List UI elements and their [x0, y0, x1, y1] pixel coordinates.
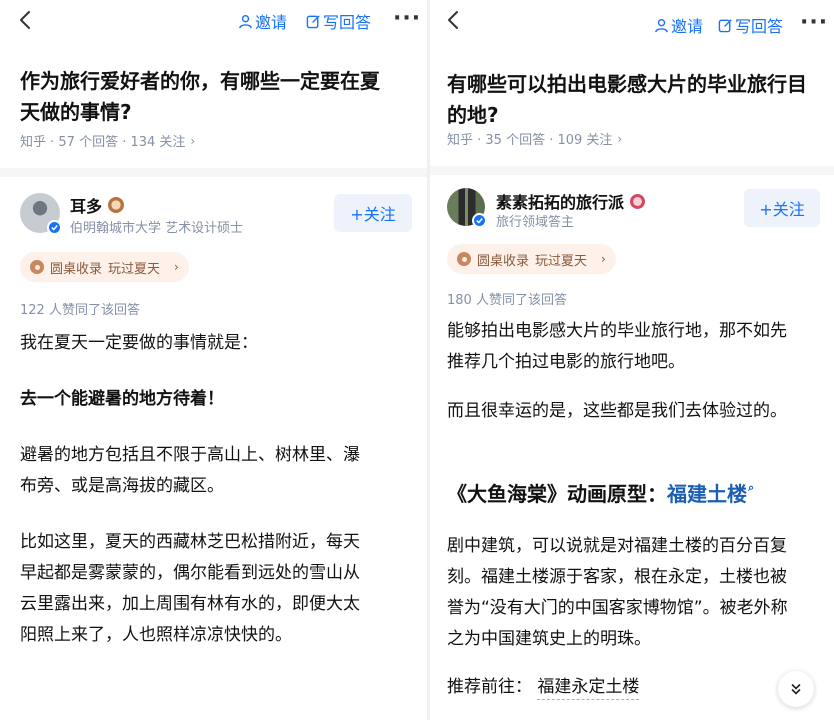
right-answer-page: 邀请 写回答 ··· 有哪些可以拍出电影感大片的毕业旅行目 的地? 知乎 · 3…: [430, 0, 834, 720]
top-bar: 邀请 写回答 ···: [430, 0, 834, 44]
recommend-place-link[interactable]: 福建永定土楼: [537, 677, 640, 700]
roundtable-label: 圆桌收录: [477, 253, 530, 269]
answer-line: 早起都是雾蒙蒙的，偶尔能看到远处的雪山从: [20, 563, 360, 583]
answer-paragraph: 我在夏天一定要做的事情就是：: [20, 333, 258, 353]
invite-label: 邀请: [255, 13, 288, 32]
roundtable-tag[interactable]: 圆桌收录 玩过夏天 ›: [20, 252, 189, 282]
answer-line: 云里露出来，加上周围有林有水的，即便大太: [20, 594, 360, 614]
roundtable-topic: 玩过夏天: [108, 261, 161, 277]
write-answer-button[interactable]: 写回答: [306, 9, 371, 33]
edit-icon: [718, 18, 732, 32]
question-meta[interactable]: 知乎 · 57 个回答 · 134 关注 ›: [20, 131, 196, 151]
roundtable-topic: 玩过夏天: [535, 253, 588, 269]
answer-paragraph: 剧中建筑，可以说就是对福建土楼的百分百复 刻。福建土楼源于客家，根在永定，土楼也…: [447, 531, 788, 655]
chevron-right-icon: ›: [601, 252, 606, 266]
answer-paragraph: 避暑的地方包括且不限于高山上、树林里、瀑 布旁、或是高海拔的藏区。: [20, 440, 360, 502]
left-answer-page: 邀请 写回答 ··· 作为旅行爱好者的你，有哪些一定要在夏 天做的事情? 知乎 …: [0, 0, 427, 720]
chevron-right-icon: ›: [174, 260, 179, 274]
answer-line: 阳照上来了，人也照样凉凉快快的。: [20, 625, 292, 645]
follow-button[interactable]: +关注: [334, 194, 412, 232]
search-icon: ⌕: [748, 480, 755, 494]
person-icon: [655, 18, 668, 32]
recommend-line: 推荐前往： 福建永定土楼: [447, 672, 640, 700]
roundtable-label: 圆桌收录: [50, 261, 103, 277]
chevron-right-icon: ›: [190, 133, 196, 148]
likes-count: 122 人赞同了该回答: [20, 303, 140, 318]
question-meta-text: 知乎 · 35 个回答 · 109 关注: [447, 133, 613, 148]
answer-line: 刻。福建土楼源于客家，根在永定，土楼也被: [447, 567, 787, 587]
back-icon[interactable]: [444, 8, 464, 32]
roundtable-icon: [30, 260, 44, 274]
medal-icon: [108, 197, 125, 213]
top-bar: 邀请 写回答 ···: [0, 0, 427, 44]
question-title[interactable]: 作为旅行爱好者的你，有哪些一定要在夏 天做的事情?: [20, 66, 380, 128]
section-divider: [0, 168, 427, 177]
roundtable-tag[interactable]: 圆桌收录 玩过夏天 ›: [447, 244, 616, 274]
write-answer-label: 写回答: [735, 17, 784, 36]
invite-label: 邀请: [671, 17, 704, 36]
answer-line: 布旁、或是高海拔的藏区。: [20, 476, 224, 496]
more-icon[interactable]: ···: [393, 6, 421, 31]
author-subtitle: 旅行领域答主: [496, 215, 575, 230]
write-answer-label: 写回答: [323, 13, 372, 32]
question-meta-text: 知乎 · 57 个回答 · 134 关注: [20, 135, 186, 150]
answer-line: 能够拍出电影感大片的毕业旅行地，那不如先: [447, 321, 787, 341]
avatar[interactable]: [20, 193, 62, 235]
question-title-line: 的地?: [447, 103, 499, 127]
answer-paragraph-bold: 去一个能避暑的地方待着！: [20, 389, 224, 409]
section-heading: 《大鱼海棠》动画原型： 福建土楼 ⌕: [447, 478, 754, 507]
answer-paragraph: 而且很幸运的是，这些都是我们去体验过的。: [447, 401, 787, 421]
author-name-text: 耳多: [70, 197, 103, 216]
answer-line: 比如这里，夏天的西藏林芝巴松措附近，每天: [20, 532, 360, 552]
more-icon[interactable]: ···: [800, 10, 828, 35]
follow-button[interactable]: +关注: [744, 189, 820, 227]
section-heading-text: 《大鱼海棠》动画原型：: [447, 482, 667, 506]
edit-icon: [306, 14, 320, 28]
back-icon[interactable]: [16, 8, 36, 32]
author-name[interactable]: 耳多: [70, 193, 125, 217]
person-icon: [239, 14, 252, 28]
double-chevron-down-icon: [791, 683, 801, 695]
answer-line: 推荐几个拍过电影的旅行地吧。: [447, 352, 685, 372]
invite-button[interactable]: 邀请: [654, 13, 703, 37]
author-name[interactable]: 素素拓拓的旅行派: [496, 189, 646, 213]
author-subtitle: 伯明翰城市大学 艺术设计硕士: [70, 221, 244, 236]
avatar[interactable]: [447, 188, 487, 228]
answer-paragraph: 比如这里，夏天的西藏林芝巴松措附近，每天 早起都是雾蒙蒙的，偶尔能看到远处的雪山…: [20, 527, 360, 651]
roundtable-icon: [457, 252, 471, 266]
section-divider: [430, 166, 834, 175]
write-answer-button[interactable]: 写回答: [718, 13, 783, 37]
question-title-line: 作为旅行爱好者的你，有哪些一定要在夏: [20, 69, 380, 93]
search-link[interactable]: 福建土楼: [667, 478, 747, 507]
author-name-text: 素素拓拓的旅行派: [496, 193, 625, 212]
answer-paragraph: 能够拍出电影感大片的毕业旅行地，那不如先 推荐几个拍过电影的旅行地吧。: [447, 316, 787, 378]
answer-line: 之为中国建筑史上的明珠。: [447, 629, 651, 649]
answer-line: 誉为“没有大门的中国客家博物馆”。被老外称: [447, 598, 788, 618]
question-title-line: 天做的事情?: [20, 100, 132, 124]
likes-count: 180 人赞同了该回答: [447, 293, 567, 308]
question-title-line: 有哪些可以拍出电影感大片的毕业旅行目: [447, 72, 807, 96]
scroll-down-button[interactable]: [778, 671, 814, 707]
question-title[interactable]: 有哪些可以拍出电影感大片的毕业旅行目 的地?: [447, 69, 807, 131]
invite-button[interactable]: 邀请: [238, 9, 287, 33]
question-meta[interactable]: 知乎 · 35 个回答 · 109 关注 ›: [447, 129, 623, 149]
recommend-prefix: 推荐前往：: [447, 677, 532, 697]
answer-line: 避暑的地方包括且不限于高山上、树林里、瀑: [20, 445, 360, 465]
verified-icon: [472, 213, 487, 228]
verified-icon: [47, 220, 62, 235]
chevron-right-icon: ›: [617, 131, 623, 146]
medal-icon: [630, 193, 646, 209]
answer-line: 剧中建筑，可以说就是对福建土楼的百分百复: [447, 536, 787, 556]
